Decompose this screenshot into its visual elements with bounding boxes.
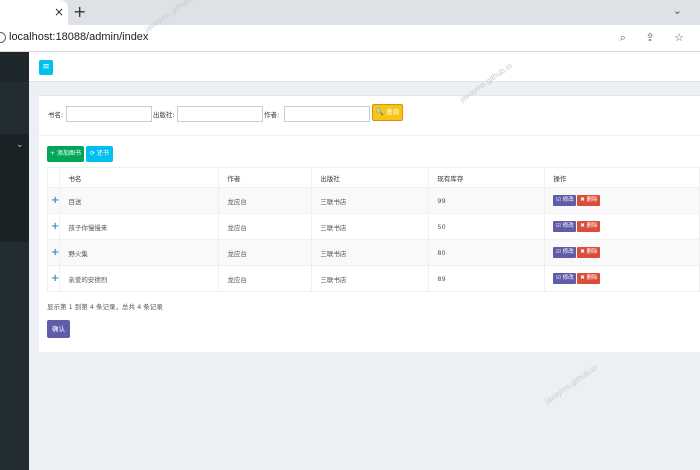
cell-title: 孩子你慢慢来 xyxy=(59,213,220,240)
cell-actions: ☑ 修改 ✖ 删除 xyxy=(544,239,700,266)
table-header-row: 书名 作者 出版社 现有库存 操作 xyxy=(46,167,700,188)
header-actions: 操作 xyxy=(544,167,700,188)
cell-author: 龙应台 xyxy=(218,265,313,292)
tab-menu-icon[interactable]: ⌄ xyxy=(673,4,682,17)
cell-actions: ☑ 修改 ✖ 删除 xyxy=(544,187,700,214)
cell-stock: 50 xyxy=(428,213,546,240)
add-book-button[interactable]: + 添加图书 xyxy=(47,146,84,162)
header-publisher[interactable]: 出版社 xyxy=(311,167,430,188)
table-row: + 目送 龙应台 三联书店 99 ☑ 修改 ✖ 删除 xyxy=(46,187,700,214)
browser-tab[interactable]: × xyxy=(0,0,68,25)
cell-actions: ☑ 修改 ✖ 删除 xyxy=(544,265,700,292)
publisher-input[interactable] xyxy=(177,106,263,122)
expand-row-icon[interactable]: + xyxy=(46,187,61,214)
cell-stock: 89 xyxy=(428,265,546,292)
header-title[interactable]: 书名 xyxy=(59,167,220,188)
sidebar-active-menu[interactable] xyxy=(0,134,29,242)
cell-actions: ☑ 修改 ✖ 删除 xyxy=(544,213,700,240)
search-button[interactable]: 🔍 查询 xyxy=(372,104,403,121)
pagination-info: 显示第 1 到第 4 条记录，总共 4 条记录 xyxy=(47,303,163,311)
title-input[interactable] xyxy=(66,106,152,122)
top-header: ≡ xyxy=(29,52,700,82)
expand-row-icon[interactable]: + xyxy=(46,239,61,266)
cell-author: 龙应台 xyxy=(218,239,313,266)
publisher-label: 出版社: xyxy=(153,111,175,119)
cell-publisher: 三联书店 xyxy=(311,265,430,292)
cell-stock: 99 xyxy=(428,187,546,214)
header-author[interactable]: 作者 xyxy=(218,167,313,188)
cell-stock: 80 xyxy=(428,239,546,266)
edit-button[interactable]: ☑ 修改 xyxy=(553,273,577,284)
cell-title: 目送 xyxy=(59,187,220,214)
edit-button[interactable]: ☑ 修改 xyxy=(553,195,577,206)
delete-button[interactable]: ✖ 删除 xyxy=(577,221,601,232)
author-label: 作者: xyxy=(264,111,280,119)
delete-button[interactable]: ✖ 删除 xyxy=(577,247,601,258)
expand-row-icon[interactable]: + xyxy=(46,213,61,240)
confirm-button[interactable]: 确认 xyxy=(47,320,70,338)
expand-row-icon[interactable]: + xyxy=(46,265,61,292)
book-table: 书名 作者 出版社 现有库存 操作 + 目送 龙应台 三联书店 99 ☑ 修改 ✖… xyxy=(46,167,700,292)
cell-publisher: 三联书店 xyxy=(311,187,430,214)
url-text[interactable]: localhost:18088/admin/index xyxy=(9,31,148,43)
edit-button[interactable]: ☑ 修改 xyxy=(553,221,577,232)
browser-tab-bar: × + ⌄ xyxy=(0,0,700,25)
address-bar-icons[interactable]: ⌕ ⇪ ☆ xyxy=(620,31,692,45)
cell-publisher: 三联书店 xyxy=(311,239,430,266)
search-form: 书名: 出版社: 作者: 🔍 查询 xyxy=(39,96,700,136)
table-row: + 亲爱的安德烈 龙应台 三联书店 89 ☑ 修改 ✖ 删除 xyxy=(46,265,700,292)
return-book-button[interactable]: ⟳ 还书 xyxy=(86,146,113,162)
address-bar: localhost:18088/admin/index ⌕ ⇪ ☆ xyxy=(0,25,700,52)
site-info-icon[interactable] xyxy=(0,32,6,43)
watermark: javayms.github.io xyxy=(543,363,599,406)
delete-button[interactable]: ✖ 删除 xyxy=(577,195,601,206)
author-input[interactable] xyxy=(284,106,370,122)
sidebar-logo xyxy=(0,52,29,82)
cell-author: 龙应台 xyxy=(218,187,313,214)
cell-title: 亲爱的安德烈 xyxy=(59,265,220,292)
new-tab-icon[interactable]: + xyxy=(73,3,86,21)
table-row: + 野火集 龙应台 三联书店 80 ☑ 修改 ✖ 删除 xyxy=(46,239,700,266)
sidebar: ⌄ xyxy=(0,52,29,470)
title-label: 书名: xyxy=(48,111,64,119)
table-row: + 孩子你慢慢来 龙应台 三联书店 50 ☑ 修改 ✖ 删除 xyxy=(46,213,700,240)
cell-title: 野火集 xyxy=(59,239,220,266)
edit-button[interactable]: ☑ 修改 xyxy=(553,247,577,258)
book-list-panel: 书名: 出版社: 作者: 🔍 查询 + 添加图书 ⟳ 还书 书名 作者 出版社 … xyxy=(39,95,700,352)
delete-button[interactable]: ✖ 删除 xyxy=(577,273,601,284)
cell-publisher: 三联书店 xyxy=(311,213,430,240)
sidebar-toggle-button[interactable]: ≡ xyxy=(39,60,53,75)
header-expand xyxy=(46,167,61,188)
chevron-down-icon[interactable]: ⌄ xyxy=(16,140,24,150)
tab-close-icon[interactable]: × xyxy=(54,5,64,19)
cell-author: 龙应台 xyxy=(218,213,313,240)
header-stock[interactable]: 现有库存 xyxy=(428,167,546,188)
